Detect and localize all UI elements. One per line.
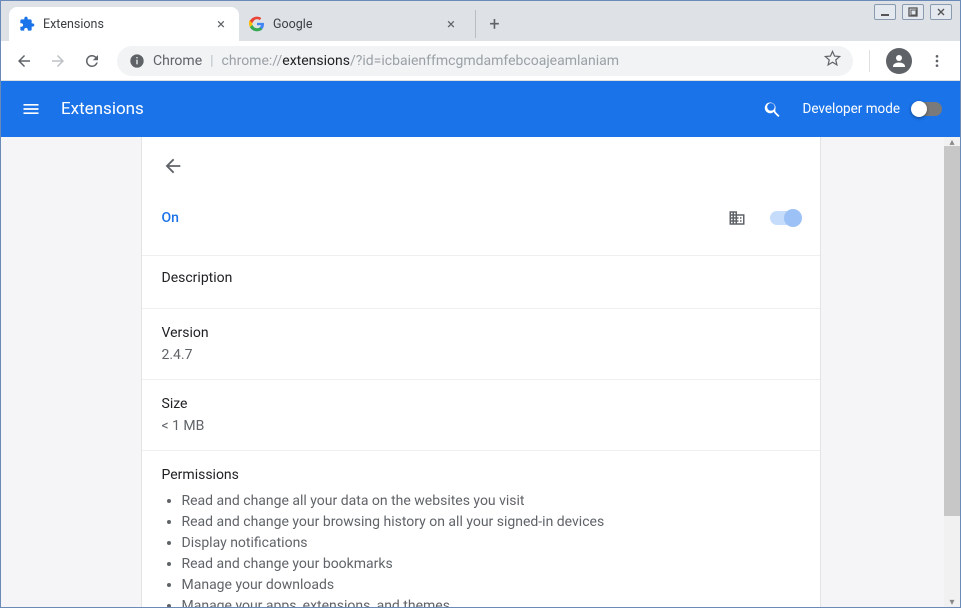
kebab-menu-icon[interactable] — [922, 46, 952, 76]
profile-avatar-icon[interactable] — [886, 48, 912, 74]
close-window-button[interactable] — [930, 4, 952, 20]
permissions-title: Permissions — [162, 467, 800, 483]
tab-title: Google — [273, 17, 443, 32]
maximize-button[interactable] — [902, 4, 924, 20]
scrollbar-thumb[interactable] — [944, 146, 960, 516]
omnibox[interactable]: Chrome | chrome://extensions/?id=icbaien… — [117, 46, 853, 76]
version-section: Version 2.4.7 — [142, 308, 820, 379]
tab-extensions[interactable]: Extensions × — [9, 7, 239, 41]
new-tab-button[interactable]: + — [475, 10, 503, 38]
site-info-icon[interactable] — [129, 53, 145, 69]
list-item: Manage your downloads — [182, 575, 800, 596]
google-icon — [249, 16, 265, 32]
extension-detail-card: On Description Version 2.4.7 Size < 1 MB… — [141, 137, 821, 607]
tab-strip: Extensions × Google × + — [1, 1, 960, 41]
permissions-section: Permissions Read and change all your dat… — [142, 450, 820, 607]
list-item: Read and change your browsing history on… — [182, 512, 800, 533]
description-title: Description — [162, 270, 800, 286]
version-title: Version — [162, 325, 800, 341]
developer-mode-toggle[interactable] — [912, 102, 942, 116]
back-arrow-icon[interactable] — [162, 155, 186, 179]
extension-status-label: On — [162, 210, 728, 226]
permissions-list: Read and change all your data on the web… — [182, 491, 800, 607]
puzzle-icon — [19, 16, 35, 32]
list-item: Read and change your bookmarks — [182, 554, 800, 575]
scrollbar[interactable]: ▴ ▾ — [944, 137, 960, 607]
scroll-down-icon[interactable]: ▾ — [946, 597, 958, 607]
close-tab-icon[interactable]: × — [443, 16, 459, 32]
omnibox-url: chrome://extensions/?id=icbaienffmcgmdam… — [222, 53, 619, 69]
extension-enable-toggle[interactable] — [770, 211, 800, 225]
page-title: Extensions — [61, 99, 761, 119]
size-title: Size — [162, 396, 800, 412]
list-item: Read and change all your data on the web… — [182, 491, 800, 512]
building-icon — [728, 209, 746, 227]
bookmark-star-icon[interactable] — [824, 50, 841, 71]
minimize-button[interactable] — [874, 4, 896, 20]
content-area: On Description Version 2.4.7 Size < 1 MB… — [1, 137, 960, 607]
forward-button[interactable] — [43, 46, 73, 76]
developer-mode-label: Developer mode — [803, 101, 901, 117]
list-item: Display notifications — [182, 533, 800, 554]
version-value: 2.4.7 — [162, 347, 800, 363]
back-button[interactable] — [9, 46, 39, 76]
search-icon[interactable] — [761, 97, 785, 121]
omnibox-label: Chrome — [153, 53, 202, 69]
toolbar: Chrome | chrome://extensions/?id=icbaien… — [1, 41, 960, 81]
size-value: < 1 MB — [162, 418, 800, 434]
window-controls — [874, 4, 952, 20]
close-tab-icon[interactable]: × — [213, 16, 229, 32]
description-section: Description — [142, 255, 820, 308]
extensions-header: Extensions Developer mode — [1, 81, 960, 137]
size-section: Size < 1 MB — [142, 379, 820, 450]
hamburger-menu-icon[interactable] — [19, 97, 43, 121]
tab-google[interactable]: Google × — [239, 7, 469, 41]
list-item: Manage your apps, extensions, and themes — [182, 596, 800, 607]
reload-button[interactable] — [77, 46, 107, 76]
tab-title: Extensions — [43, 17, 213, 32]
